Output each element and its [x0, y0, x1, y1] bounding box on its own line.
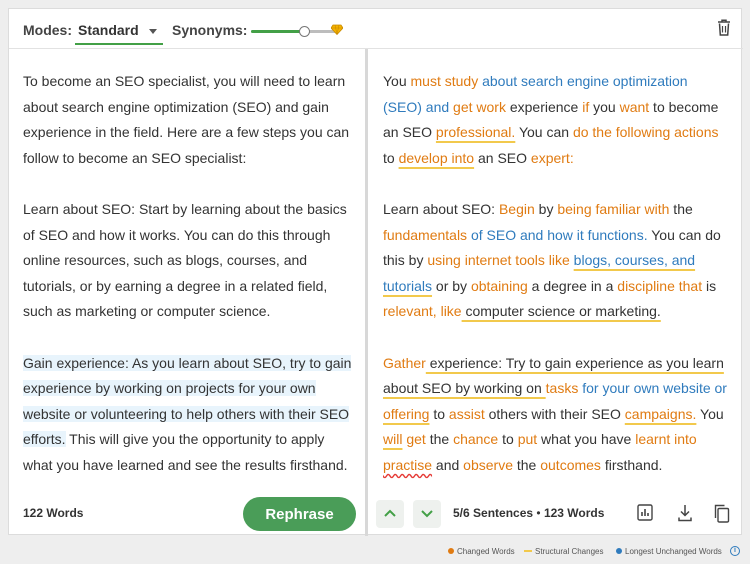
slider-thumb[interactable] [299, 26, 311, 37]
changed-word[interactable]: relevant, like [383, 303, 462, 319]
output-word-count: 123 Words [543, 506, 605, 520]
changed-word[interactable]: get [406, 431, 425, 447]
separator-dot: • [536, 506, 544, 520]
mode-value: Standard [78, 22, 139, 38]
slider-track [251, 30, 337, 33]
chevron-down-icon [421, 510, 433, 518]
output-text: or by [432, 277, 471, 294]
changed-dot [448, 548, 454, 554]
output-text: is [702, 277, 717, 294]
synonyms-label: Synonyms: [172, 22, 248, 38]
download-icon[interactable] [677, 504, 693, 522]
legend-changed: Changed Words [448, 547, 515, 556]
output-text: others with their SEO [484, 405, 625, 422]
structural-dash [524, 550, 532, 552]
unchanged-phrase[interactable]: for your own website or [582, 380, 727, 396]
gem-icon [331, 24, 343, 35]
output-text: a degree in a [527, 277, 618, 294]
changed-word[interactable]: will [383, 431, 402, 447]
output-text: to [498, 431, 518, 448]
previous-sentence-button[interactable] [376, 500, 404, 528]
output-text: You can [515, 124, 573, 141]
legend-structural-label: Structural Changes [535, 547, 604, 556]
changed-word[interactable]: expert: [531, 150, 574, 166]
output-pane[interactable]: You must study about search engine optim… [383, 69, 728, 504]
toolbar: Modes: Standard Synonyms: [9, 9, 743, 49]
output-text: what you have [537, 431, 636, 448]
output-text: an SEO [474, 149, 531, 166]
next-sentence-button[interactable] [413, 500, 441, 528]
paraphraser-card: Modes: Standard Synonyms: To become an S… [8, 8, 743, 536]
changed-word[interactable]: get work [453, 99, 506, 115]
input-paragraph: To become an SEO specialist, you will ne… [23, 73, 350, 166]
info-icon[interactable]: i [730, 546, 740, 556]
sentence: This will give you the opportunity to ap… [23, 431, 348, 473]
mode-select[interactable]: Standard [75, 14, 163, 45]
longest-dot [616, 548, 622, 554]
changed-word[interactable]: campaigns. [625, 406, 697, 422]
chevron-down-icon [149, 29, 157, 34]
unchanged-phrase[interactable]: of SEO and how it functions. [471, 227, 648, 243]
changed-word[interactable]: offering [383, 406, 429, 422]
output-text: the [425, 431, 454, 448]
input-word-count: 122 Words [23, 506, 84, 520]
changed-word[interactable]: obtaining [471, 278, 528, 294]
changed-word[interactable]: learnt into [635, 431, 696, 447]
input-paragraph: Gain experience: As you learn about SEO,… [23, 351, 353, 479]
changed-word[interactable]: Begin [499, 201, 535, 217]
changed-word[interactable]: discipline that [617, 278, 702, 294]
legend-longest-label: Longest Unchanged Words [625, 547, 722, 556]
changed-word[interactable]: develop into [399, 150, 475, 166]
output-paragraph: You must study about search engine optim… [383, 69, 728, 171]
changed-word[interactable]: put [518, 431, 537, 447]
changed-word[interactable]: being familiar with [557, 201, 669, 217]
output-text: Learn about SEO: [383, 200, 499, 217]
changed-word[interactable]: want [620, 99, 650, 115]
changed-word[interactable]: chance [453, 431, 498, 447]
output-text: firsthand. [600, 456, 663, 473]
legend-structural: Structural Changes [524, 547, 603, 556]
legend-longest: Longest Unchanged Words [616, 547, 722, 556]
slider-fill [251, 30, 305, 33]
output-text: computer science or marketing. [461, 303, 661, 320]
trash-icon[interactable] [717, 19, 731, 36]
output-text: to [383, 149, 399, 166]
output-text: you [589, 98, 620, 115]
output-text: experience [505, 98, 583, 115]
legend-changed-label: Changed Words [457, 547, 515, 556]
changed-word[interactable]: assist [449, 406, 485, 422]
modes-label: Modes: [23, 22, 72, 38]
output-stats: 5/6 Sentences • 123 Words [453, 506, 604, 520]
changed-word[interactable]: tasks [546, 380, 579, 396]
changed-word[interactable]: observe [463, 457, 513, 473]
sentence-count: 5/6 Sentences [453, 506, 534, 520]
changed-word[interactable]: do the following actions [573, 124, 719, 140]
bar-chart-icon[interactable] [637, 504, 653, 521]
changed-word[interactable]: outcomes [540, 457, 601, 473]
changed-word[interactable]: fundamentals [383, 227, 467, 243]
copy-icon[interactable] [713, 504, 730, 523]
changed-word[interactable]: professional. [436, 124, 515, 140]
input-pane[interactable]: To become an SEO specialist, you will ne… [23, 69, 353, 504]
output-paragraph: Learn about SEO: Begin by being familiar… [383, 197, 728, 325]
output-paragraph: Gather experience: Try to gain experienc… [383, 351, 728, 479]
output-text: the [669, 200, 693, 217]
output-text: and [432, 456, 464, 473]
synonyms-slider[interactable] [251, 23, 347, 39]
changed-word-misspelled[interactable]: practise [383, 457, 432, 473]
changed-word[interactable]: Gather [383, 355, 426, 371]
changed-word[interactable]: using internet tools like [427, 252, 569, 268]
rephrase-button[interactable]: Rephrase [243, 497, 356, 531]
output-text: by [534, 200, 558, 217]
output-text: You [696, 405, 724, 422]
chevron-up-icon [384, 509, 396, 517]
pane-divider [365, 49, 368, 536]
input-paragraph: Learn about SEO: Start by learning about… [23, 200, 347, 320]
output-text: You [383, 73, 411, 89]
output-text: to [429, 405, 449, 422]
output-text: the [512, 456, 541, 473]
changed-word[interactable]: must study [411, 73, 479, 89]
